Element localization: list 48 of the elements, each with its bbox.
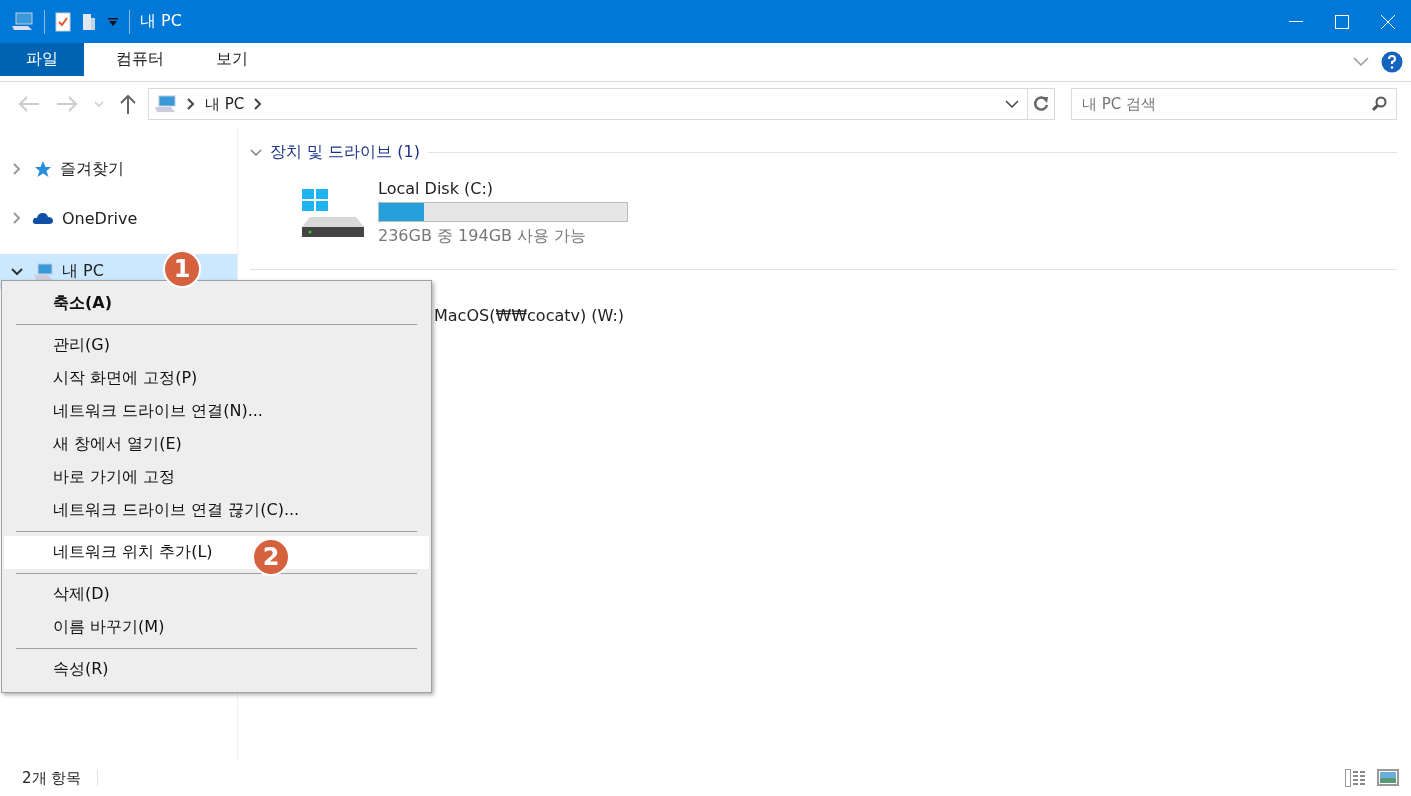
computer-icon xyxy=(153,95,177,113)
refresh-button[interactable] xyxy=(1027,88,1055,120)
window-title: 내 PC xyxy=(140,11,182,32)
sidebar-item[interactable]: OneDrive xyxy=(0,205,237,231)
menu-item[interactable]: 네트워크 드라이브 연결(N)... xyxy=(4,395,429,428)
properties-icon[interactable] xyxy=(55,11,71,32)
search-field[interactable]: 내 PC 검색 xyxy=(1071,88,1397,120)
maximize-icon xyxy=(1334,13,1350,30)
ribbon-tab[interactable]: 파일 xyxy=(0,43,84,76)
minimize-icon xyxy=(1289,21,1303,22)
item-count: 2개 항목 xyxy=(22,768,82,788)
address-bar[interactable]: 내 PC xyxy=(148,88,1028,120)
cloud-icon xyxy=(32,211,54,225)
drive-name[interactable]: MacOS(₩₩cocatv) (W:) xyxy=(434,306,625,325)
close-icon xyxy=(1380,13,1396,30)
computer-icon[interactable] xyxy=(10,11,34,32)
drive-tile[interactable]: Local Disk (C:) 236GB 중 194GB 사용 가능 xyxy=(300,179,630,247)
details-view-icon[interactable] xyxy=(1345,769,1367,787)
folder-icon[interactable] xyxy=(81,11,97,32)
free-space-text: 236GB 중 194GB 사용 가능 xyxy=(378,226,588,247)
hard-drive-icon xyxy=(300,187,366,239)
search-icon xyxy=(1371,96,1387,112)
menu-item[interactable]: 네트워크 드라이브 연결 끊기(C)... xyxy=(4,494,429,527)
menu-item[interactable]: 바로 가기에 고정 xyxy=(4,461,429,494)
menu-item[interactable]: 이름 바꾸기(M) xyxy=(4,611,429,644)
chevron-right-icon xyxy=(187,98,195,110)
menu-item[interactable]: 삭제(D) xyxy=(4,578,429,611)
dropdown-icon[interactable] xyxy=(107,16,119,27)
refresh-icon xyxy=(1032,95,1050,113)
large-icons-view-icon[interactable] xyxy=(1377,769,1399,787)
drive-name: Local Disk (C:) xyxy=(378,179,495,198)
chevron-down-icon[interactable] xyxy=(250,148,262,157)
breadcrumb[interactable]: 내 PC xyxy=(205,94,245,114)
menu-item[interactable]: 시작 화면에 고정(P) xyxy=(4,362,429,395)
menu-item[interactable]: 관리(G) xyxy=(4,329,429,362)
chevron-right-icon[interactable] xyxy=(254,98,263,110)
sidebar-item[interactable]: 즐겨찾기 xyxy=(0,156,237,182)
up-arrow-icon[interactable] xyxy=(120,94,136,114)
ribbon-tab[interactable]: 보기 xyxy=(196,43,268,76)
menu-item[interactable]: 축소(A) xyxy=(4,287,429,320)
ribbon-tab[interactable]: 컴퓨터 xyxy=(96,43,184,76)
section-title[interactable]: 장치 및 드라이브 (1) xyxy=(270,142,420,163)
help-icon[interactable] xyxy=(1381,51,1403,73)
menu-item[interactable]: 새 창에서 열기(E) xyxy=(4,428,429,461)
computer-icon xyxy=(32,262,54,281)
chevron-down-icon[interactable] xyxy=(10,267,24,276)
menu-item[interactable]: 속성(R) xyxy=(4,653,429,686)
chevron-down-icon[interactable] xyxy=(1005,100,1019,108)
